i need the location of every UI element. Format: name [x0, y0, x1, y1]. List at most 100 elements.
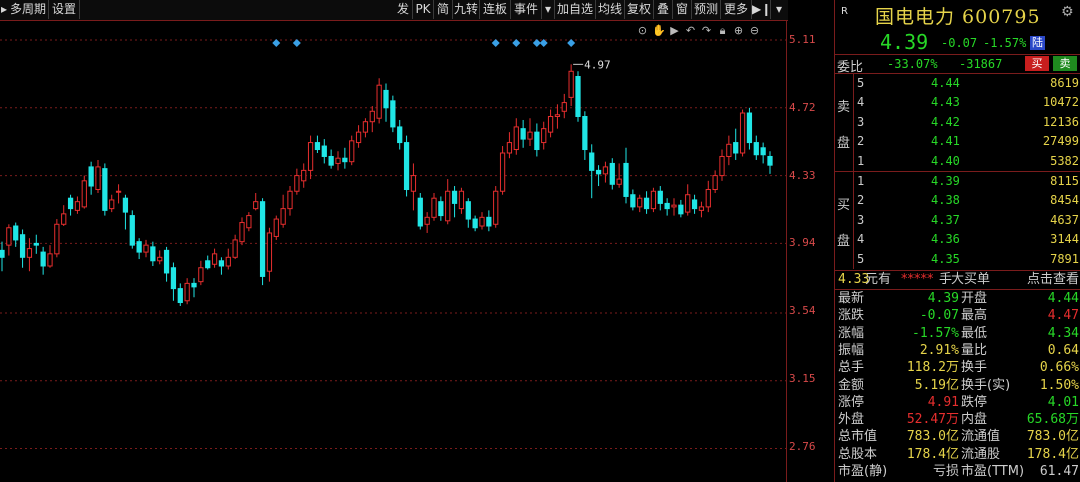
big-order-stars: *****	[901, 272, 934, 287]
candle	[376, 78, 382, 124]
toolbar-overlay-button[interactable]: 叠	[654, 0, 673, 19]
toolbar-lianban-button[interactable]: 连板	[480, 0, 511, 19]
candle	[445, 179, 451, 225]
ask-book: 卖 盘 5 4.44 8619 4 4.43 10472 3 4.42 12136 2 4.41 27…	[835, 74, 1080, 172]
toolbar-add-watchlist-button[interactable]: 加自选	[555, 0, 596, 19]
order-ratio-value: -33.07%	[887, 57, 938, 71]
candle	[349, 135, 355, 166]
candle	[424, 212, 430, 233]
toolbar-collapse-icon[interactable]: ▶❙	[752, 0, 771, 19]
toolbar-ma-button[interactable]: 均线	[596, 0, 625, 19]
candle	[527, 118, 533, 147]
ask-row[interactable]: 2 4.41 27499	[835, 132, 1080, 151]
order-ratio-label: 委比	[837, 60, 864, 75]
toolbar-forecast-button[interactable]: 预测	[692, 0, 721, 19]
kline-chart[interactable]: 4.97	[0, 20, 786, 482]
candle	[403, 135, 410, 197]
bid-price: 4.37	[931, 212, 960, 227]
candle	[479, 212, 485, 230]
candle	[287, 186, 293, 216]
ask-price: 4.44	[931, 76, 960, 90]
toolbar-more-button[interactable]: 更多	[721, 0, 752, 19]
event-marker-icon[interactable]	[567, 39, 576, 47]
toolbar-jiuzhuan-button[interactable]: 九转	[453, 0, 480, 19]
stat-label: 金额	[838, 377, 865, 393]
candle	[184, 278, 190, 305]
event-marker-icon[interactable]	[512, 39, 521, 47]
stat-value: 4.01	[1047, 394, 1079, 410]
stat-value: 4.34	[1047, 325, 1079, 341]
candle	[671, 198, 677, 216]
bid-row[interactable]: 4 4.36 3144	[835, 230, 1080, 249]
stat-label: 涨幅	[838, 325, 865, 341]
toolbar-pk-button[interactable]: PK	[413, 0, 434, 19]
toolbar-multi-period-button[interactable]: 多周期	[8, 0, 49, 19]
stat-value: 0.64	[1047, 342, 1079, 358]
bid-row[interactable]: 1 4.39 8115	[835, 172, 1080, 191]
buy-button[interactable]: 买	[1025, 56, 1049, 71]
candle	[506, 132, 513, 159]
stat-label: 流通值	[961, 429, 1001, 445]
event-marker-icon[interactable]	[272, 39, 281, 47]
ask-row[interactable]: 4 4.43 10472	[835, 93, 1080, 112]
price-axis-label: 4.72	[789, 100, 816, 114]
events-dropdown-icon[interactable]: ▾	[542, 0, 555, 19]
bid-row[interactable]: 3 4.37 4637	[835, 211, 1080, 230]
toolbar-simple-button[interactable]: 简	[434, 0, 453, 19]
candle	[109, 194, 115, 213]
stat-value: 4.91	[927, 394, 959, 410]
bid-row[interactable]: 2 4.38 8454	[835, 191, 1080, 210]
candle	[390, 95, 396, 133]
stat-value: 亏损	[932, 464, 959, 479]
stats-row: 振幅 2.91% 量比 0.64	[835, 342, 1080, 359]
ask-row[interactable]: 3 4.42 12136	[835, 113, 1080, 132]
stat-value: 5.19亿	[914, 377, 959, 393]
stat-value: -1.57%	[912, 325, 959, 341]
toolbar-dropdown-icon[interactable]: ▾	[771, 0, 787, 19]
stat-value: 783.0亿	[1026, 429, 1079, 445]
candle	[328, 149, 334, 169]
ask-level: 2	[857, 134, 865, 149]
toolbar-fa-button[interactable]: 发	[394, 0, 413, 19]
candle	[568, 64, 574, 107]
stat-value: 0.66%	[1039, 360, 1079, 376]
candle	[410, 163, 417, 211]
sell-button[interactable]: 卖	[1053, 56, 1077, 71]
stat-label: 最高	[961, 308, 988, 324]
stat-value: 118.2万	[906, 360, 959, 376]
ask-volume: 10472	[1042, 95, 1079, 110]
candle	[33, 234, 39, 254]
candle	[266, 227, 273, 282]
event-marker-icon[interactable]	[292, 39, 301, 47]
toolbar-window-button[interactable]: 窗	[673, 0, 692, 19]
ask-price: 4.42	[931, 114, 960, 129]
candle	[513, 118, 519, 155]
stat-value: 783.0亿	[906, 429, 959, 445]
candle	[712, 170, 718, 193]
event-marker-icon[interactable]	[491, 39, 500, 47]
ask-row[interactable]: 1 4.40 5382	[835, 152, 1080, 171]
candle	[417, 192, 423, 230]
ask-level: 3	[857, 114, 865, 129]
candle	[163, 246, 170, 282]
candle	[623, 147, 629, 204]
event-marker-icon[interactable]	[532, 39, 541, 47]
candle	[40, 246, 46, 275]
view-big-order-link[interactable]: 点击查看	[1027, 271, 1079, 289]
candle	[61, 205, 67, 227]
bid-row[interactable]: 5 4.35 7891	[835, 250, 1080, 269]
stock-title: 国电电力 600795	[875, 6, 1041, 28]
candle	[520, 119, 526, 148]
candle	[650, 187, 657, 213]
stat-label: 最新	[838, 291, 865, 306]
toolbar-settings-button[interactable]: 设置	[49, 0, 80, 19]
gear-icon[interactable]: ⚙	[1061, 4, 1074, 20]
bid-volume: 8454	[1050, 193, 1079, 208]
candle	[431, 192, 437, 221]
toolbar-events-button[interactable]: 事件	[511, 0, 542, 19]
candle	[739, 109, 746, 157]
price-axis-label: 3.15	[789, 372, 816, 385]
toolbar-adjust-button[interactable]: 复权	[625, 0, 654, 19]
ask-row[interactable]: 5 4.44 8619	[835, 74, 1080, 93]
ask-price: 4.43	[931, 95, 960, 110]
